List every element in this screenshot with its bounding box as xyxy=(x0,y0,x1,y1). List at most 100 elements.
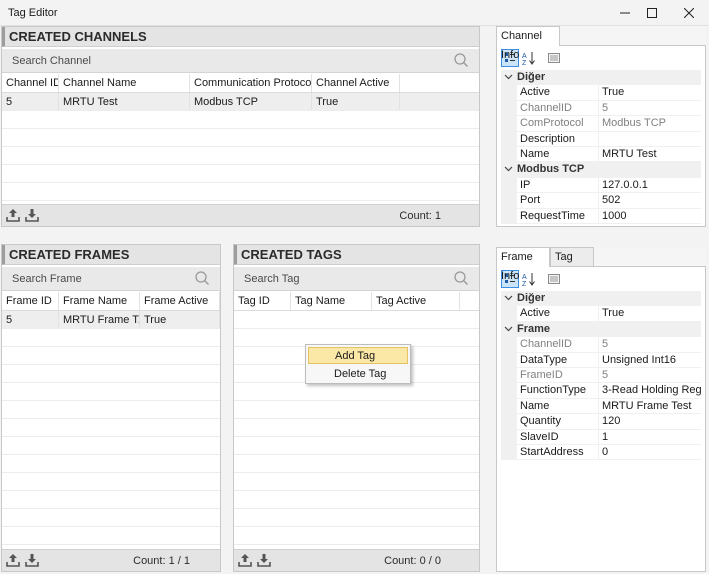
upload-icon[interactable] xyxy=(238,553,252,567)
column-header-communication-protocol[interactable]: Communication Protocol xyxy=(190,74,312,92)
frames-table-header: Frame ID Frame Name Frame Active xyxy=(2,292,220,311)
delete-tag-menu-item[interactable]: Delete Tag xyxy=(308,366,408,383)
channels-table-header: Channel ID Channel Name Communication Pr… xyxy=(2,74,479,93)
empty-row xyxy=(2,473,220,491)
download-icon[interactable] xyxy=(25,553,39,567)
property-row-channelid[interactable]: ChannelID 5 xyxy=(501,337,701,353)
property-value[interactable] xyxy=(598,131,701,147)
svg-text:Z: Z xyxy=(522,281,527,286)
column-header-tag-active[interactable]: Tag Active xyxy=(372,292,460,310)
property-key: Description xyxy=(517,131,598,147)
property-row-name[interactable]: Name MRTU Test xyxy=(501,146,701,163)
frames-panel: CREATED FRAMES Search Frame Frame ID Fra… xyxy=(1,244,221,572)
table-row[interactable]: 5 MRTU Frame T... True xyxy=(2,311,220,329)
property-row-active[interactable]: Active True xyxy=(501,85,701,101)
column-header-channel-active[interactable]: Channel Active xyxy=(312,74,400,92)
table-row[interactable]: 5 MRTU Test Modbus TCP True xyxy=(2,93,479,111)
column-header-frame-active[interactable]: Frame Active xyxy=(140,292,220,310)
tab-frame-info[interactable]: Frame Info xyxy=(496,247,550,282)
close-button[interactable] xyxy=(672,0,706,26)
alphabetical-button[interactable]: AZ xyxy=(520,49,538,67)
search-icon[interactable] xyxy=(453,270,469,286)
property-value[interactable]: MRTU Frame Test xyxy=(598,398,701,415)
tag-search-input[interactable]: Search Tag xyxy=(244,273,299,285)
property-pages-button[interactable] xyxy=(545,270,563,288)
property-value[interactable]: MRTU Test xyxy=(598,146,701,163)
property-row-port[interactable]: Port 502 xyxy=(501,193,701,209)
channel-search-input[interactable]: Search Channel xyxy=(12,55,91,67)
property-row-startaddress[interactable]: StartAddress 0 xyxy=(501,444,701,461)
property-pages-button[interactable] xyxy=(545,49,563,67)
tab-tag-info[interactable]: Tag Info xyxy=(550,247,594,282)
property-key: Port xyxy=(517,193,598,209)
property-value[interactable]: 1000 xyxy=(598,208,701,224)
upload-icon[interactable] xyxy=(6,208,20,222)
chevron-down-icon[interactable] xyxy=(504,293,513,302)
category-diger[interactable]: Diğer xyxy=(501,291,701,307)
channel-search-bar: Search Channel xyxy=(2,49,479,73)
property-value[interactable]: 3-Read Holding Registe xyxy=(598,383,701,399)
title-bar: Tag Editor xyxy=(0,0,709,26)
empty-row xyxy=(234,473,479,491)
empty-row xyxy=(2,419,220,437)
property-row-quantity[interactable]: Quantity 120 xyxy=(501,414,701,430)
property-value[interactable]: 0 xyxy=(598,444,701,461)
property-row-slaveid[interactable]: SlaveID 1 xyxy=(501,429,701,445)
column-header-frame-name[interactable]: Frame Name xyxy=(59,292,140,310)
empty-row xyxy=(2,147,479,165)
maximize-button[interactable] xyxy=(635,0,669,26)
frames-count: Count: 1 / 1 xyxy=(133,555,190,567)
property-row-active[interactable]: Active True xyxy=(501,306,701,322)
property-value: 5 xyxy=(598,100,701,117)
property-key: Active xyxy=(517,306,598,322)
property-row-requesttime[interactable]: RequestTime 1000 xyxy=(501,208,701,224)
alphabetical-button[interactable]: AZ xyxy=(520,270,538,288)
property-key: ChannelID xyxy=(517,337,598,353)
property-value[interactable]: True xyxy=(598,85,701,101)
frame-search-bar: Search Frame xyxy=(2,267,220,291)
property-value[interactable]: 127.0.0.1 xyxy=(598,177,701,194)
frame-property-grid: Diğer Active True Frame ChannelID 5 DataTy… xyxy=(501,291,701,461)
column-header-channel-id[interactable]: Channel ID xyxy=(2,74,59,92)
column-header-tag-name[interactable]: Tag Name xyxy=(291,292,372,310)
tab-channel-info[interactable]: Channel Info xyxy=(496,26,560,61)
chevron-down-icon[interactable] xyxy=(504,72,513,81)
download-icon[interactable] xyxy=(257,553,271,567)
column-header-frame-id[interactable]: Frame ID xyxy=(2,292,59,310)
property-row-functiontype[interactable]: FunctionType3-Read Holding Registe xyxy=(501,383,701,399)
category-modbus-tcp[interactable]: Modbus TCP xyxy=(501,162,701,178)
search-icon[interactable] xyxy=(453,52,469,68)
tags-count: Count: 0 / 0 xyxy=(384,555,441,567)
column-header-channel-name[interactable]: Channel Name xyxy=(59,74,190,92)
property-row-ip[interactable]: IP 127.0.0.1 xyxy=(501,177,701,194)
property-row-description[interactable]: Description xyxy=(501,131,701,147)
chevron-down-icon[interactable] xyxy=(504,164,513,173)
empty-row xyxy=(234,401,479,419)
property-row-name[interactable]: Name MRTU Frame Test xyxy=(501,398,701,415)
search-icon[interactable] xyxy=(194,270,210,286)
property-pages-icon xyxy=(548,53,560,63)
property-row-comprotocol[interactable]: ComProtocol Modbus TCP xyxy=(501,116,701,132)
chevron-down-icon[interactable] xyxy=(504,324,513,333)
property-value[interactable]: 1 xyxy=(598,429,701,445)
property-pages-icon xyxy=(548,274,560,284)
svg-text:A: A xyxy=(522,53,527,60)
category-diger[interactable]: Diğer xyxy=(501,70,701,86)
property-row-channelid[interactable]: ChannelID 5 xyxy=(501,100,701,117)
property-value[interactable]: 120 xyxy=(598,414,701,430)
column-header-tag-id[interactable]: Tag ID xyxy=(234,292,291,310)
property-value[interactable]: Unsigned Int16 xyxy=(598,352,701,368)
property-key: Name xyxy=(517,398,598,415)
property-value[interactable]: True xyxy=(598,306,701,322)
category-label: Diğer xyxy=(517,292,546,304)
add-tag-menu-item[interactable]: Add Tag xyxy=(308,347,408,364)
property-row-datatype[interactable]: DataType Unsigned Int16 xyxy=(501,352,701,368)
property-value[interactable]: 502 xyxy=(598,193,701,209)
category-frame[interactable]: Frame xyxy=(501,321,701,338)
frame-search-input[interactable]: Search Frame xyxy=(12,273,82,285)
download-icon[interactable] xyxy=(25,208,39,222)
upload-icon[interactable] xyxy=(6,553,20,567)
window-title: Tag Editor xyxy=(8,7,58,19)
property-row-frameid[interactable]: FrameID 5 xyxy=(501,367,701,384)
empty-row xyxy=(234,383,479,401)
